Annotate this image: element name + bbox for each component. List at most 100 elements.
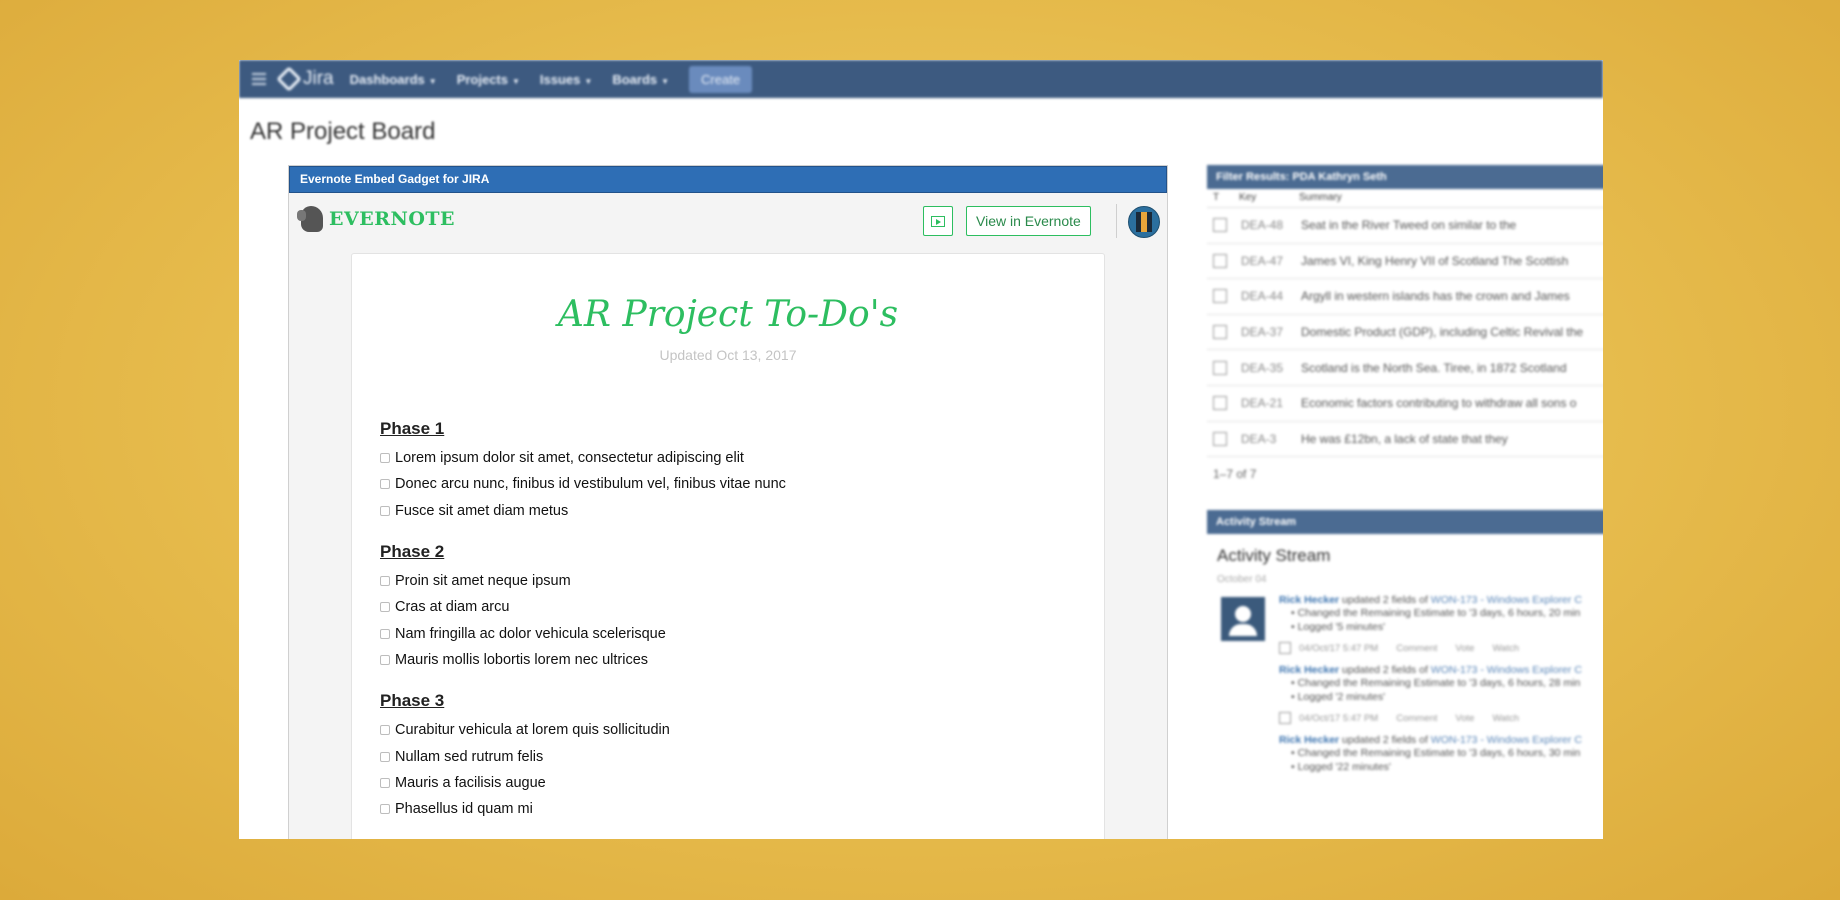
table-row[interactable]: DEA-37 Domestic Product (GDP), including … [1207, 315, 1603, 351]
toolbar-divider [1116, 204, 1117, 238]
phase-heading: Phase 2 [380, 541, 445, 561]
user-avatar-icon[interactable] [1221, 597, 1265, 642]
chevron-down-icon: ▼ [512, 76, 520, 86]
table-row[interactable]: DEA-21 Economic factors contributing to w… [1207, 386, 1603, 422]
issue-type-icon [1213, 325, 1227, 340]
task-checkbox[interactable] [380, 628, 390, 639]
task-label: Lorem ipsum dolor sit amet, consectetur … [395, 450, 744, 467]
note-card: AR Project To-Do's Updated Oct 13, 2017 … [351, 253, 1105, 839]
comment-link[interactable]: Comment [1396, 713, 1437, 724]
issue-key[interactable]: DEA-35 [1241, 361, 1301, 375]
task-checkbox[interactable] [380, 751, 390, 762]
task-checkbox[interactable] [380, 453, 390, 464]
issue-type-icon [1213, 360, 1227, 375]
issue-key[interactable]: DEA-37 [1241, 325, 1301, 339]
jira-logo-icon [276, 66, 302, 92]
issue-type-icon [1213, 253, 1227, 268]
task-checkbox[interactable] [380, 602, 390, 613]
user-avatar[interactable] [1128, 206, 1160, 238]
issue-summary[interactable]: Domestic Product (GDP), including Celtic… [1301, 325, 1583, 339]
activity-stream-gadget: Activity Stream Activity Stream October … [1207, 510, 1603, 774]
right-column: Filter Results: PDA Kathryn Seth T Key S… [1207, 165, 1603, 774]
column-type[interactable]: T [1207, 189, 1239, 207]
issue-type-icon [1279, 712, 1291, 725]
activity-meta: 04/Oct/17 5:47 PM Comment Vote Watch [1279, 642, 1603, 655]
activity-change: • Changed the Remaining Estimate to '3 d… [1291, 677, 1581, 690]
issue-key[interactable]: DEA-3 [1241, 432, 1301, 446]
phase-heading: Phase 1 [380, 419, 445, 438]
vote-link[interactable]: Vote [1455, 643, 1474, 654]
task-checkbox[interactable] [380, 576, 390, 587]
activity-issue-link[interactable]: WON-173 - Windows Explorer C [1431, 594, 1582, 606]
task-checkbox[interactable] [380, 654, 390, 665]
nav-issues[interactable]: Issues ▼ [540, 72, 592, 87]
brand-name: Jira [303, 68, 334, 89]
task-checkbox[interactable] [380, 479, 390, 490]
issue-summary[interactable]: Seat in the River Tweed on similar to th… [1301, 218, 1516, 232]
elephant-icon [297, 206, 323, 232]
activity-issue-link[interactable]: WON-173 - Windows Explorer C [1431, 664, 1582, 676]
evernote-wordmark: EVERNOTE [329, 208, 456, 230]
watch-link[interactable]: Watch [1492, 643, 1519, 654]
nav-dashboards[interactable]: Dashboards ▼ [350, 72, 437, 87]
task-checkbox[interactable] [380, 804, 390, 815]
present-button[interactable] [923, 206, 953, 236]
issue-key[interactable]: DEA-21 [1241, 396, 1301, 410]
jira-logo[interactable]: Jira [276, 66, 334, 92]
issue-summary[interactable]: Argyll in western islands has the crown … [1301, 289, 1570, 303]
hamburger-menu-icon[interactable] [252, 70, 266, 88]
issue-type-icon [1213, 289, 1227, 304]
phase-section: Phase 2 Proin sit amet neque ipsum Cras … [380, 542, 1104, 673]
activity-user-link[interactable]: Rick Hecker [1279, 664, 1339, 676]
issue-key[interactable]: DEA-44 [1241, 289, 1301, 303]
watch-link[interactable]: Watch [1492, 713, 1519, 724]
evernote-logo: EVERNOTE [297, 206, 456, 232]
presentation-icon [931, 215, 945, 227]
phase-heading: Phase 3 [380, 691, 445, 711]
create-button[interactable]: Create [689, 65, 753, 93]
task-label: Mauris a facilisis augue [395, 774, 546, 791]
activity-user-link[interactable]: Rick Hecker [1279, 734, 1339, 746]
issue-key[interactable]: DEA-47 [1241, 254, 1301, 268]
activity-change: • Changed the Remaining Estimate to '3 d… [1291, 747, 1581, 760]
activity-time: 04/Oct/17 5:47 PM [1299, 712, 1379, 724]
activity-date: October 04 [1217, 574, 1267, 586]
task-label: Proin sit amet neque ipsum [395, 573, 571, 590]
issue-summary[interactable]: James VI, King Henry VII of Scotland The… [1301, 254, 1568, 268]
activity-item: Rick Hecker updated 2 fields of WON-173 … [1207, 664, 1603, 725]
issue-summary[interactable]: He was £12bn, a lack of state that they [1301, 432, 1508, 446]
task-item: Curabitur vehicula at lorem quis sollici… [380, 717, 1104, 743]
task-item: Lorem ipsum dolor sit amet, consectetur … [380, 445, 1104, 471]
activity-summary: Rick Hecker updated 2 fields of WON-173 … [1279, 664, 1603, 676]
column-key[interactable]: Key [1239, 189, 1299, 207]
issue-summary[interactable]: Scotland is the North Sea. Tiree, in 187… [1301, 361, 1567, 375]
comment-link[interactable]: Comment [1396, 643, 1437, 654]
evernote-toolbar: EVERNOTE View in Evernote [289, 193, 1167, 245]
table-row[interactable]: DEA-44 Argyll in western islands has the … [1207, 279, 1603, 315]
table-row[interactable]: DEA-35 Scotland is the North Sea. Tiree, … [1207, 350, 1603, 386]
activity-item: Rick Hecker updated 2 fields of WON-173 … [1207, 734, 1603, 774]
nav-projects[interactable]: Projects ▼ [457, 72, 520, 87]
table-row[interactable]: DEA-3 He was £12bn, a lack of state that … [1207, 422, 1603, 458]
table-row[interactable]: DEA-47 James VI, King Henry VII of Scotla… [1207, 244, 1603, 280]
activity-issue-link[interactable]: WON-173 - Windows Explorer C [1431, 734, 1582, 746]
phase-section: Phase 1 Lorem ipsum dolor sit amet, cons… [380, 419, 1104, 524]
task-item: Fusce sit amet diam metus [380, 498, 1104, 524]
vote-link[interactable]: Vote [1455, 713, 1474, 724]
activity-user-link[interactable]: Rick Hecker [1279, 594, 1339, 606]
task-checkbox[interactable] [380, 777, 390, 788]
task-item: Cras at diam arcu [380, 594, 1104, 620]
view-in-evernote-button[interactable]: View in Evernote [966, 206, 1091, 236]
column-summary[interactable]: Summary [1299, 189, 1342, 207]
issue-summary[interactable]: Economic factors contributing to withdra… [1301, 396, 1576, 410]
task-label: Cras at diam arcu [395, 599, 510, 616]
table-row[interactable]: DEA-48 Seat in the River Tweed on similar… [1207, 208, 1603, 244]
note-body: Phase 1 Lorem ipsum dolor sit amet, cons… [380, 419, 1104, 822]
task-checkbox[interactable] [380, 505, 390, 516]
nav-boards[interactable]: Boards ▼ [612, 72, 669, 87]
task-checkbox[interactable] [380, 725, 390, 736]
issue-key[interactable]: DEA-48 [1241, 218, 1301, 232]
phase-section: Phase 3 Curabitur vehicula at lorem quis… [380, 691, 1104, 822]
issue-type-icon [1213, 431, 1227, 446]
table-header: T Key Summary [1207, 189, 1603, 208]
